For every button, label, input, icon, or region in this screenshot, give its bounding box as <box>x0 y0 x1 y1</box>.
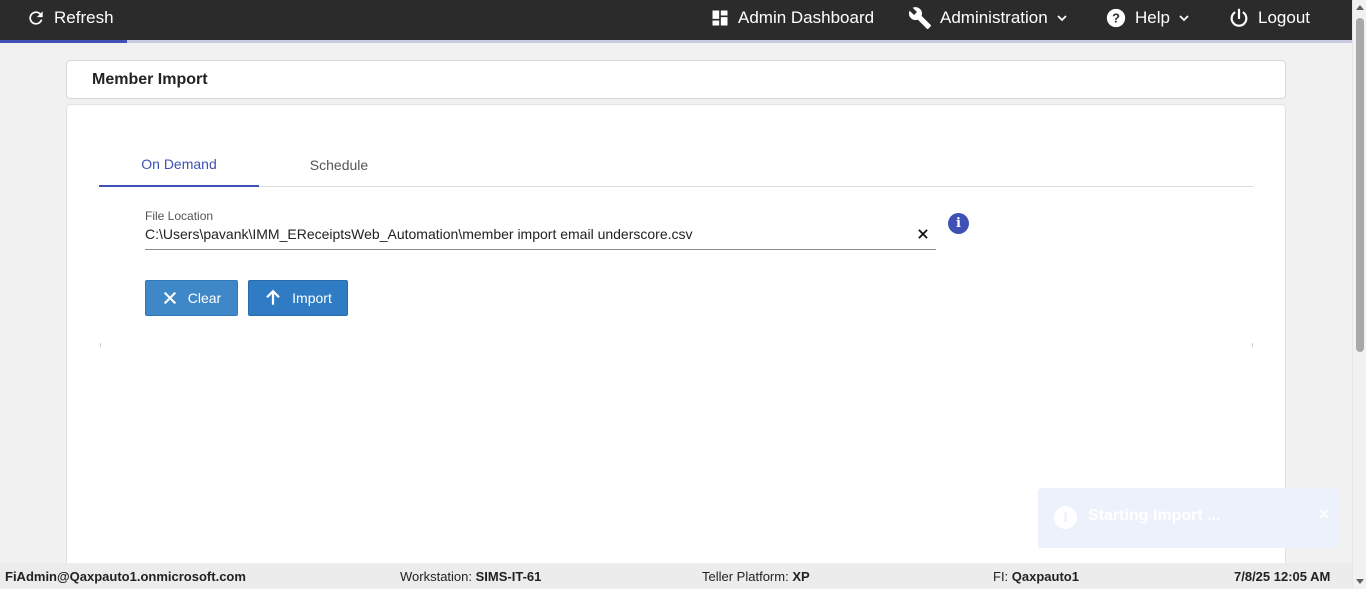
toast-close-button[interactable]: × <box>1318 504 1329 525</box>
help-menu[interactable]: ? Help <box>1105 0 1190 36</box>
close-icon <box>163 291 176 305</box>
file-location-field[interactable]: File Location C:\Users\pavank\IMM_ERecei… <box>145 207 936 250</box>
status-teller-platform: Teller Platform: XP <box>702 569 810 584</box>
help-icon: ? <box>1106 8 1126 28</box>
file-location-label: File Location <box>145 209 214 223</box>
top-bar: Refresh Admin Dashboard Administration ?… <box>0 0 1352 43</box>
chevron-down-icon <box>1057 15 1067 22</box>
teller-platform-value: XP <box>792 569 810 584</box>
loading-progress-bar <box>0 40 1352 43</box>
clear-label: Clear <box>187 290 222 306</box>
tab-on-demand[interactable]: On Demand <box>99 143 259 187</box>
import-button[interactable]: Import <box>248 280 348 316</box>
info-icon: i <box>1054 506 1077 529</box>
toast-message: Starting Import ... <box>1088 507 1221 524</box>
admin-dashboard-link[interactable]: Admin Dashboard <box>710 0 874 36</box>
refresh-label: Refresh <box>54 8 114 27</box>
import-label: Import <box>292 290 332 306</box>
status-fi: FI: Qaxpauto1 <box>993 569 1079 584</box>
divider-marker <box>1252 343 1253 347</box>
administration-menu[interactable]: Administration <box>908 0 1068 36</box>
fi-label: FI: <box>993 569 1009 584</box>
file-location-input[interactable]: C:\Users\pavank\IMM_EReceiptsWeb_Automat… <box>145 226 693 242</box>
refresh-icon <box>29 11 43 25</box>
power-icon <box>1230 8 1248 27</box>
clear-button[interactable]: Clear <box>145 280 238 316</box>
scroll-up-arrow[interactable] <box>1356 5 1364 10</box>
workstation-value: SIMS-IT-61 <box>475 569 542 584</box>
vertical-scrollbar[interactable] <box>1352 0 1366 589</box>
workstation-label: Workstation: <box>400 569 473 584</box>
help-label: Help <box>1135 8 1170 27</box>
logout-button[interactable]: Logout <box>1228 0 1310 36</box>
svg-text:?: ? <box>1112 11 1120 26</box>
loading-progress-fill <box>0 40 128 43</box>
wrench-icon <box>908 7 931 29</box>
logout-label: Logout <box>1258 8 1310 27</box>
chevron-down-icon <box>1179 15 1189 22</box>
tab-schedule[interactable]: Schedule <box>259 143 419 187</box>
status-workstation: Workstation: SIMS-IT-61 <box>400 569 541 584</box>
divider-marker <box>100 343 101 347</box>
teller-platform-label: Teller Platform: <box>702 569 789 584</box>
page-title: Member Import <box>92 70 208 88</box>
refresh-button[interactable]: Refresh <box>26 0 114 36</box>
status-bar: FiAdmin@Qaxpauto1.onmicrosoft.com Workst… <box>0 563 1352 589</box>
toast-notification: i Starting Import ... × <box>1038 488 1339 548</box>
admin-dashboard-label: Admin Dashboard <box>738 8 875 27</box>
page-header: Member Import <box>66 60 1286 99</box>
status-datetime: 7/8/25 12:05 AM <box>1234 569 1331 584</box>
administration-label: Administration <box>940 8 1048 27</box>
status-user: FiAdmin@Qaxpauto1.onmicrosoft.com <box>5 569 246 584</box>
dashboard-icon <box>712 10 728 26</box>
fi-value: Qaxpauto1 <box>1011 569 1079 584</box>
arrow-up-icon <box>266 289 280 305</box>
info-icon[interactable]: i <box>948 213 969 234</box>
scrollbar-thumb[interactable] <box>1356 18 1364 352</box>
close-icon[interactable] <box>916 227 930 241</box>
tab-bar: On Demand Schedule <box>99 143 1253 187</box>
scroll-down-arrow[interactable] <box>1356 579 1364 584</box>
